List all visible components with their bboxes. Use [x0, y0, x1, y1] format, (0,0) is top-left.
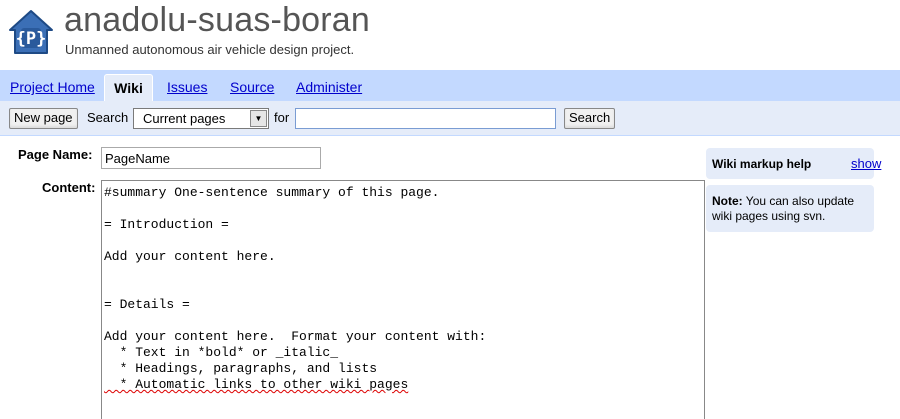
tab-administer[interactable]: Administer — [296, 79, 362, 95]
content-line: Add your content here. — [104, 249, 276, 264]
tab-source[interactable]: Source — [230, 79, 274, 95]
content-line — [104, 265, 702, 281]
search-input[interactable] — [295, 108, 556, 129]
page-name-label: Page Name: — [18, 147, 93, 162]
search-button[interactable]: Search — [564, 108, 616, 129]
project-summary: Unmanned autonomous air vehicle design p… — [65, 42, 355, 57]
project-title[interactable]: anadolu-suas-boran — [64, 0, 370, 42]
tab-project-home[interactable]: Project Home — [10, 79, 95, 95]
markup-help-show-link[interactable]: show — [851, 156, 881, 171]
content-line — [104, 233, 702, 249]
wiki-markup-help-box: Wiki markup help show — [706, 148, 881, 179]
content-line: * Headings, paragraphs, and lists — [104, 361, 378, 376]
chevron-down-icon[interactable]: ▼ — [250, 110, 267, 127]
content-line: * Automatic links to other wiki pages — [104, 377, 409, 392]
markup-help-title: Wiki markup help — [712, 157, 812, 171]
tab-wiki[interactable]: Wiki — [104, 74, 153, 102]
note-label: Note: — [712, 194, 743, 208]
wiki-toolbar: New page Search Current pages ▼ for Sear… — [0, 101, 900, 136]
content-label: Content: — [42, 180, 96, 195]
tab-issues[interactable]: Issues — [167, 79, 207, 95]
content-line: = Details = — [104, 297, 190, 312]
svn-note: Note: You can also update wiki pages usi… — [712, 194, 870, 224]
svn-note-box: Note: You can also update wiki pages usi… — [706, 185, 874, 232]
for-label: for — [274, 110, 290, 125]
logo-letter: {P} — [16, 29, 47, 49]
content-line — [104, 281, 702, 297]
project-house-icon[interactable]: {P} — [7, 8, 55, 56]
search-scope-value: Current pages — [143, 111, 226, 126]
content-line: = Introduction = — [104, 217, 229, 232]
content-textarea[interactable]: #summary One-sentence summary of this pa… — [101, 180, 705, 419]
content-line: * Text in *bold* or _italic_ — [104, 345, 339, 360]
new-page-button[interactable]: New page — [9, 108, 78, 129]
content-line — [104, 201, 702, 217]
search-scope-select[interactable]: Current pages ▼ — [133, 108, 269, 129]
page-name-input[interactable]: PageName — [101, 147, 321, 169]
content-line: #summary One-sentence summary of this pa… — [104, 185, 440, 200]
content-line: Add your content here. Format your conte… — [104, 329, 487, 344]
content-line — [104, 313, 702, 329]
tab-bar: Project Home Wiki Issues Source Administ… — [0, 70, 900, 102]
search-label: Search — [87, 110, 129, 125]
